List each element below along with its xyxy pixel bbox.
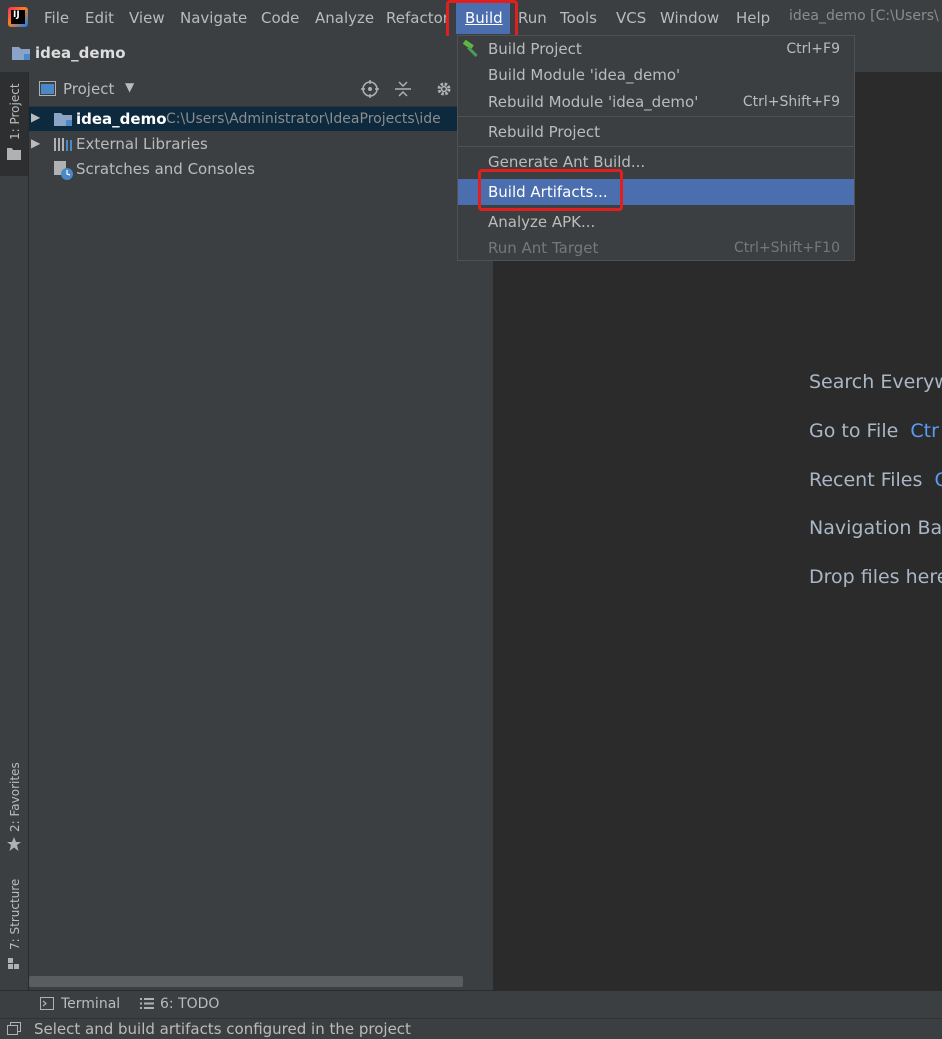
- left-tool-strip: [0, 72, 29, 990]
- locate-target-icon[interactable]: [361, 80, 379, 98]
- tree-item-external-libraries[interactable]: External Libraries: [76, 135, 208, 153]
- collapse-all-icon[interactable]: [394, 80, 412, 98]
- menu-view[interactable]: View: [129, 8, 165, 28]
- toggle-tool-windows-icon[interactable]: [7, 1022, 21, 1035]
- menu-item-build-project-shortcut: Ctrl+F9: [786, 41, 840, 57]
- menu-analyze[interactable]: Analyze: [315, 8, 374, 28]
- menu-item-run-ant-target-label: Run Ant Target: [488, 239, 599, 257]
- menu-file[interactable]: File: [44, 8, 69, 28]
- tool-tab-project-label: 1: Project: [8, 83, 22, 140]
- library-icon: [54, 138, 72, 151]
- window-title: idea_demo [C:\Users\: [789, 8, 939, 24]
- menu-help[interactable]: Help: [736, 8, 770, 28]
- module-folder-icon: [54, 113, 72, 126]
- tree-item-scratches[interactable]: Scratches and Consoles: [76, 160, 255, 178]
- hint-search-everywhere: Search Everyw: [809, 371, 942, 393]
- menu-item-rebuild-module-label: Rebuild Module 'idea_demo': [488, 93, 699, 111]
- module-folder-icon: [12, 47, 30, 60]
- menu-item-analyze-apk-label: Analyze APK...: [488, 213, 596, 231]
- menu-tools[interactable]: Tools: [560, 8, 597, 28]
- project-view-icon: [39, 81, 56, 96]
- menu-run[interactable]: Run: [518, 8, 547, 28]
- menu-item-run-ant-target-shortcut: Ctrl+Shift+F10: [733, 240, 840, 256]
- tool-tab-todo[interactable]: 6: TODO: [160, 996, 219, 1012]
- intellij-logo-icon: IJ: [8, 7, 28, 27]
- project-panel-title[interactable]: Project: [63, 80, 114, 98]
- tree-item-idea-demo[interactable]: idea_demo: [76, 110, 167, 128]
- tool-tab-structure-label[interactable]: 7: Structure: [8, 879, 22, 950]
- expand-arrow-icon[interactable]: ▶: [31, 136, 40, 150]
- terminal-icon: [40, 997, 54, 1010]
- tool-tab-terminal[interactable]: Terminal: [61, 996, 120, 1012]
- scratches-icon: [54, 161, 73, 180]
- hint-recent-files: Recent Files C: [809, 469, 942, 491]
- star-icon: [7, 837, 21, 851]
- menu-navigate[interactable]: Navigate: [180, 8, 247, 28]
- menu-refactor[interactable]: Refactor: [386, 8, 449, 28]
- breadcrumb-project[interactable]: idea_demo: [35, 44, 126, 62]
- tree-item-path: C:\Users\Administrator\IdeaProjects\ide: [166, 111, 441, 127]
- tool-tab-favorites-label[interactable]: 2: Favorites: [8, 762, 22, 832]
- expand-arrow-icon[interactable]: ▶: [31, 110, 40, 124]
- structure-icon: [8, 958, 19, 969]
- menu-code[interactable]: Code: [261, 8, 299, 28]
- gear-icon[interactable]: [435, 80, 453, 98]
- chevron-down-icon[interactable]: ▼: [125, 80, 134, 94]
- hint-go-to-file: Go to File Ctr: [809, 420, 939, 442]
- status-message: Select and build artifacts configured in…: [34, 1020, 411, 1038]
- menu-item-build-project-label: Build Project: [488, 40, 582, 58]
- menu-separator: [458, 116, 854, 117]
- menu-item-rebuild-module-shortcut: Ctrl+Shift+F9: [742, 94, 840, 110]
- menu-vcs[interactable]: VCS: [616, 8, 646, 28]
- project-panel: [29, 72, 492, 990]
- menu-edit[interactable]: Edit: [85, 8, 114, 28]
- project-folder-icon: [7, 148, 21, 160]
- hint-navigation-bar: Navigation Ba: [809, 517, 942, 539]
- menu-window[interactable]: Window: [660, 8, 719, 28]
- todo-list-icon: [140, 998, 154, 1009]
- menu-item-rebuild-project-label: Rebuild Project: [488, 123, 600, 141]
- menu-item-build-module-label: Build Module 'idea_demo': [488, 66, 681, 84]
- highlight-box-build-artifacts: [478, 169, 623, 211]
- hint-drop-files: Drop files here: [809, 566, 942, 588]
- menu-separator: [458, 146, 854, 147]
- horizontal-scrollbar[interactable]: [29, 976, 463, 987]
